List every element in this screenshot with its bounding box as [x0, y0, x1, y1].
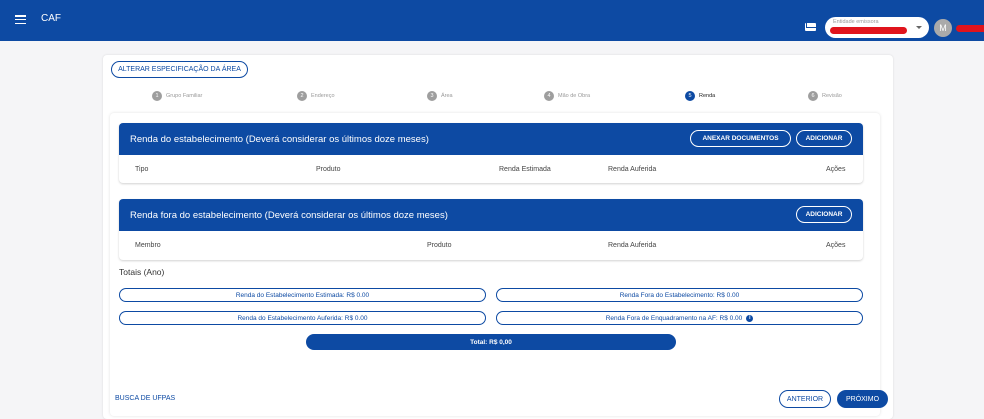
column-header-renda-estimada: Renda Estimada [499, 166, 551, 173]
next-button[interactable]: PRÓXIMO [837, 390, 888, 408]
step-grupo-familiar[interactable]: 1 Grupo Familiar [152, 91, 202, 101]
step-label: Endereço [311, 93, 335, 99]
column-header-acoes: Ações [826, 242, 846, 249]
redacted-user-name [956, 25, 984, 32]
step-label: Renda [699, 93, 716, 99]
search-ufpas-link[interactable]: BUSCA DE UFPAS [115, 395, 175, 402]
attach-documents-button[interactable]: ANEXAR DOCUMENTOS [690, 130, 791, 147]
total-outside-af-text: Renda Fora de Enquadramento na AF: R$ 0.… [605, 314, 743, 322]
total-outside-af: Renda Fora de Enquadramento na AF: R$ 0.… [496, 311, 863, 325]
column-header-produto: Produto [427, 242, 452, 249]
app-title: CAF [41, 13, 61, 24]
establishment-income-section: Renda do estabelecimento (Deverá conside… [119, 123, 863, 183]
section-header: Renda fora do estabelecimento (Deverá co… [119, 199, 863, 231]
section-header: Renda do estabelecimento (Deverá conside… [119, 123, 863, 155]
column-header-membro: Membro [135, 242, 161, 249]
chevron-down-icon [916, 26, 922, 29]
step-label: Mão de Obra [558, 93, 591, 99]
total-outside-establishment: Renda Fora do Estabelecimento: R$ 0.00 [496, 288, 863, 302]
step-label: Revisão [822, 93, 842, 99]
step-number: 4 [544, 91, 554, 101]
add-establishment-income-button[interactable]: ADICIONAR [796, 130, 852, 147]
avatar[interactable]: M [934, 19, 952, 37]
mail-icon[interactable] [805, 23, 816, 31]
entity-select[interactable]: Entidade emissora [825, 17, 929, 38]
step-number: 3 [427, 91, 437, 101]
redacted-entity-value [830, 27, 907, 34]
step-number: 1 [152, 91, 162, 101]
page-card: ALTERAR ESPECIFICAÇÃO DA ÁREA 1 Grupo Fa… [103, 55, 893, 419]
change-area-button[interactable]: ALTERAR ESPECIFICAÇÃO DA ÁREA [111, 61, 248, 78]
outside-income-section: Renda fora do estabelecimento (Deverá co… [119, 199, 863, 260]
step-area[interactable]: 3 Área [427, 91, 453, 101]
step-label: Grupo Familiar [166, 93, 203, 99]
total-establishment-received: Renda do Estabelecimento Auferida: R$ 0.… [119, 311, 486, 325]
step-number: 6 [808, 91, 818, 101]
step-label: Área [441, 93, 453, 99]
step-number: 5 [685, 91, 695, 101]
column-header-produto: Produto [316, 166, 341, 173]
step-renda[interactable]: 5 Renda [685, 91, 715, 101]
hamburger-menu-icon[interactable] [15, 15, 26, 25]
top-app-bar: CAF Entidade emissora M [0, 0, 984, 41]
section-title: Renda fora do estabelecimento (Deverá co… [130, 210, 448, 221]
column-header-acoes: Ações [826, 166, 846, 173]
step-revisao[interactable]: 6 Revisão [808, 91, 842, 101]
totals-label: Totais (Ano) [119, 267, 165, 277]
income-card: Renda do estabelecimento (Deverá conside… [110, 113, 880, 416]
column-header-tipo: Tipo [135, 166, 149, 173]
info-icon[interactable]: i [746, 314, 754, 322]
previous-button[interactable]: ANTERIOR [779, 390, 831, 408]
add-outside-income-button[interactable]: ADICIONAR [796, 206, 852, 223]
grand-total-bar: Total: R$ 0,00 [306, 334, 676, 350]
total-establishment-estimated: Renda do Estabelecimento Estimada: R$ 0.… [119, 288, 486, 302]
column-header-renda-auferida: Renda Auferida [608, 242, 657, 249]
step-mao-de-obra[interactable]: 4 Mão de Obra [544, 91, 590, 101]
step-number: 2 [297, 91, 307, 101]
column-header-renda-auferida: Renda Auferida [608, 166, 657, 173]
section-title: Renda do estabelecimento (Deverá conside… [130, 134, 429, 145]
step-endereco[interactable]: 2 Endereço [297, 91, 335, 101]
entity-select-placeholder: Entidade emissora [833, 19, 879, 25]
